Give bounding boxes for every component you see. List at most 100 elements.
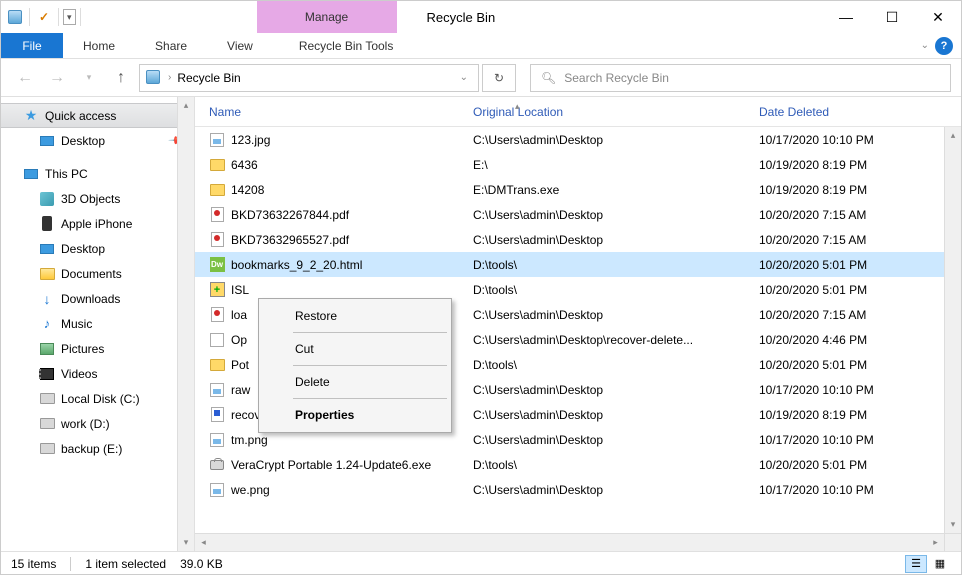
file-date: 10/19/2020 8:19 PM <box>759 408 961 422</box>
filelist-hscrollbar[interactable]: ◂ ▸ <box>195 533 944 551</box>
status-selected: 1 item selected <box>85 557 166 571</box>
file-row[interactable]: 14208E:\DMTrans.exe10/19/2020 8:19 PM <box>195 177 961 202</box>
file-row[interactable]: BKD73632965527.pdfC:\Users\admin\Desktop… <box>195 227 961 252</box>
view-tab[interactable]: View <box>207 33 273 58</box>
address-dropdown-icon[interactable]: ⌄ <box>460 72 472 83</box>
sidebar-item-desktop-qa[interactable]: Desktop 📌 <box>1 128 194 153</box>
sidebar-item[interactable]: Apple iPhone <box>1 211 194 236</box>
ctx-restore[interactable]: Restore <box>261 302 449 330</box>
star-icon: ★ <box>23 108 39 124</box>
file-location: C:\Users\admin\Desktop <box>473 408 759 422</box>
sidebar-item[interactable]: Documents <box>1 261 194 286</box>
file-tab[interactable]: File <box>1 33 63 58</box>
manage-contextual-tab[interactable]: Manage <box>257 1 397 33</box>
sidebar-item[interactable]: backup (E:) <box>1 436 194 461</box>
window-title: Recycle Bin <box>397 1 496 33</box>
pc-icon <box>23 166 39 182</box>
ctx-cut[interactable]: Cut <box>261 335 449 363</box>
file-date: 10/20/2020 5:01 PM <box>759 358 961 372</box>
file-icon <box>209 307 225 323</box>
file-name: Op <box>231 333 247 347</box>
sidebar-item[interactable]: ↓Downloads <box>1 286 194 311</box>
file-icon <box>209 157 225 173</box>
navpane-scrollbar[interactable]: ▴ ▾ <box>177 97 194 551</box>
details-view-button[interactable]: ☰ <box>905 555 927 573</box>
maximize-button[interactable]: ☐ <box>869 1 915 33</box>
file-icon <box>209 382 225 398</box>
scroll-down-icon[interactable]: ▾ <box>945 516 961 533</box>
quick-access-toolbar: ✓ ▾ <box>1 1 87 33</box>
search-box[interactable]: 🔍︎ Search Recycle Bin <box>530 64 951 92</box>
address-bar[interactable]: › Recycle Bin ⌄ <box>139 64 479 92</box>
file-date: 10/20/2020 7:15 AM <box>759 208 961 222</box>
file-row[interactable]: VeraCrypt Portable 1.24-Update6.exeD:\to… <box>195 452 961 477</box>
file-date: 10/20/2020 5:01 PM <box>759 458 961 472</box>
up-button[interactable]: ↑ <box>107 64 135 92</box>
monitor-icon <box>39 133 55 149</box>
file-name: loa <box>231 308 247 322</box>
scroll-up-icon[interactable]: ▴ <box>178 97 194 114</box>
back-button[interactable]: ← <box>11 64 39 92</box>
share-tab[interactable]: Share <box>135 33 207 58</box>
scroll-right-icon[interactable]: ▸ <box>927 534 944 551</box>
scroll-left-icon[interactable]: ◂ <box>195 534 212 551</box>
refresh-button[interactable]: ↻ <box>482 64 516 92</box>
help-icon[interactable]: ? <box>935 37 953 55</box>
file-icon: + <box>209 282 225 298</box>
quick-access-item[interactable]: ★ Quick access <box>1 103 194 128</box>
navigation-bar: ← → ▾ ↑ › Recycle Bin ⌄ ↻ 🔍︎ Search Recy… <box>1 59 961 97</box>
file-row[interactable]: we.pngC:\Users\admin\Desktop10/17/2020 1… <box>195 477 961 502</box>
this-pc-item[interactable]: This PC <box>1 161 194 186</box>
file-name: BKD73632267844.pdf <box>231 208 349 222</box>
sidebar-item[interactable]: Videos <box>1 361 194 386</box>
icons-view-button[interactable]: ▦ <box>929 555 951 573</box>
scroll-up-icon[interactable]: ▴ <box>945 127 961 144</box>
forward-button[interactable]: → <box>43 64 71 92</box>
home-tab[interactable]: Home <box>63 33 135 58</box>
file-name: ISL <box>231 283 249 297</box>
sidebar-item[interactable]: ♪Music <box>1 311 194 336</box>
sidebar-item[interactable]: 3D Objects <box>1 186 194 211</box>
file-location: D:\tools\ <box>473 283 759 297</box>
file-icon <box>209 407 225 423</box>
qat-dropdown[interactable]: ▾ <box>63 9 76 25</box>
scroll-down-icon[interactable]: ▾ <box>178 534 194 551</box>
minimize-button[interactable]: — <box>823 1 869 33</box>
sidebar-item[interactable]: Desktop <box>1 236 194 261</box>
column-date[interactable]: Date Deleted <box>759 105 961 119</box>
sidebar-item[interactable]: Pictures <box>1 336 194 361</box>
file-row[interactable]: 123.jpgC:\Users\admin\Desktop10/17/2020 … <box>195 127 961 152</box>
ribbon-tabs: File Home Share View Recycle Bin Tools ⌄… <box>1 33 961 59</box>
file-icon <box>209 357 225 373</box>
status-bar: 15 items 1 item selected 39.0 KB ☰ ▦ <box>1 551 961 575</box>
file-icon <box>209 332 225 348</box>
ctx-properties[interactable]: Properties <box>261 401 449 429</box>
file-icon <box>209 232 225 248</box>
recycle-bin-icon[interactable] <box>5 7 25 27</box>
file-date: 10/19/2020 8:19 PM <box>759 158 961 172</box>
file-date: 10/20/2020 4:46 PM <box>759 333 961 347</box>
sidebar-item[interactable]: Local Disk (C:) <box>1 386 194 411</box>
sidebar-item[interactable]: work (D:) <box>1 411 194 436</box>
file-name: BKD73632965527.pdf <box>231 233 349 247</box>
chevron-right-icon[interactable]: › <box>168 72 171 83</box>
address-text[interactable]: Recycle Bin <box>177 71 453 85</box>
file-location: C:\Users\admin\Desktop\recover-delete... <box>473 333 759 347</box>
filelist-vscrollbar[interactable]: ▴ ▾ <box>944 127 961 533</box>
main-area: ★ Quick access Desktop 📌 This PC 3D Obje… <box>1 97 961 551</box>
file-name: Pot <box>231 358 249 372</box>
ctx-delete[interactable]: Delete <box>261 368 449 396</box>
title-bar: ✓ ▾ Manage Recycle Bin — ☐ ✕ <box>1 1 961 33</box>
expand-ribbon-icon[interactable]: ⌄ <box>921 40 929 51</box>
close-button[interactable]: ✕ <box>915 1 961 33</box>
quick-access-label: Quick access <box>45 109 194 123</box>
file-name: 123.jpg <box>231 133 270 147</box>
file-name: 14208 <box>231 183 264 197</box>
file-row[interactable]: 6436E:\10/19/2020 8:19 PM <box>195 152 961 177</box>
column-name[interactable]: Name <box>209 105 473 119</box>
recent-dropdown-icon[interactable]: ▾ <box>75 64 103 92</box>
properties-qat-icon[interactable]: ✓ <box>34 7 54 27</box>
recycle-bin-tools-tab[interactable]: Recycle Bin Tools <box>281 33 412 58</box>
file-row[interactable]: Dwbookmarks_9_2_20.htmlD:\tools\10/20/20… <box>195 252 961 277</box>
file-row[interactable]: BKD73632267844.pdfC:\Users\admin\Desktop… <box>195 202 961 227</box>
